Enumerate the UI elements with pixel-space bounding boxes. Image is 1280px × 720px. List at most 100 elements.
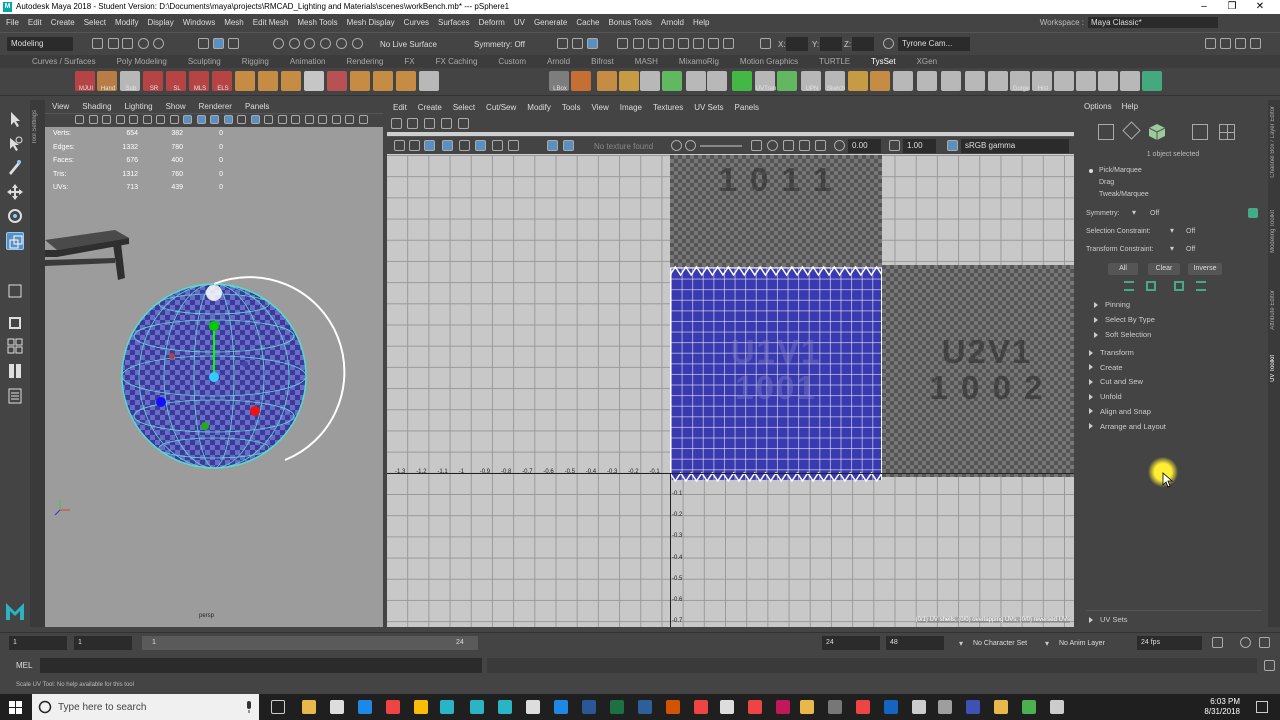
snap-grid-icon[interactable] [273, 38, 284, 49]
uv-image-icon-3[interactable] [783, 140, 794, 151]
select-by-object-icon[interactable] [228, 38, 239, 49]
menu-set-dropdown[interactable]: Modeling [7, 37, 73, 51]
uv-tool-icon-2[interactable] [407, 118, 418, 129]
shelf-tab-turtle[interactable]: TURTLE [819, 57, 850, 66]
taskbar-app-icon-27[interactable] [994, 700, 1008, 714]
taskbar-app-icon-19[interactable] [776, 700, 790, 714]
fps-dropdown[interactable]: 24 fps [1137, 636, 1202, 650]
taskbar-app-icon-8[interactable] [470, 700, 484, 714]
render-settings-icon[interactable] [663, 38, 674, 49]
taskbar-app-icon-1[interactable] [271, 700, 285, 714]
uv-menu-cut-sew[interactable]: Cut/Sew [486, 103, 516, 112]
outliner-layout-icon[interactable] [6, 387, 24, 405]
shelf-tab-mixamorig[interactable]: MixamoRig [679, 57, 719, 66]
taskbar-app-icon-20[interactable] [800, 700, 814, 714]
shelf-tool-icon-28[interactable]: UPN [801, 71, 821, 92]
viewport-tool-icon-21[interactable] [345, 115, 354, 124]
viewport-tool-icon-10[interactable] [196, 115, 206, 124]
shelf-tool-icon-30[interactable] [848, 71, 868, 91]
viewport-tool-icon-15[interactable] [264, 115, 273, 124]
uv-shell-border-icon[interactable] [508, 140, 519, 151]
shelf-tool-icon-29[interactable]: Sketch [825, 71, 845, 92]
selection-constraint-value[interactable]: Off [1186, 228, 1195, 235]
uv-tool-icon-1[interactable] [391, 118, 402, 129]
character-set-dropdown[interactable]: No Character Set [973, 640, 1027, 647]
taskbar-app-icon-5[interactable] [386, 700, 400, 714]
attribute-editor-toggle-icon[interactable] [1235, 38, 1246, 49]
viewport-tool-icon-8[interactable] [169, 115, 179, 124]
section-transform[interactable]: Transform [1089, 348, 1134, 357]
texture-tiling-icon[interactable] [685, 140, 696, 151]
select-by-component-icon[interactable] [213, 38, 224, 49]
transform-mode-icon[interactable] [760, 38, 771, 49]
taskbar-app-icon-2[interactable] [302, 700, 316, 714]
taskbar-app-icon-24[interactable] [912, 700, 926, 714]
uv-grid-icon[interactable] [442, 140, 453, 151]
help-menu[interactable]: Help [1122, 102, 1138, 111]
uv-menu-select[interactable]: Select [453, 103, 475, 112]
uv-menu-uv-sets[interactable]: UV Sets [694, 103, 723, 112]
uv-image-icon-2[interactable] [767, 140, 778, 151]
shelf-tab-fx[interactable]: FX [404, 57, 414, 66]
shelf-tool-icon-15[interactable] [396, 71, 416, 91]
menu-edit[interactable]: Edit [28, 18, 42, 27]
restore-button[interactable]: ❐ [1218, 0, 1246, 14]
shelf-tool-icon-13[interactable] [350, 71, 370, 91]
taskbar-app-icon-29[interactable] [1050, 700, 1064, 714]
menu-surfaces[interactable]: Surfaces [438, 18, 470, 27]
shelf-tool-icon-19[interactable] [597, 71, 617, 91]
shelf-tool-icon-35[interactable] [965, 71, 985, 91]
tool-settings-tab[interactable]: Tool Settings [32, 110, 38, 144]
viewport-tool-icon-5[interactable] [129, 115, 138, 124]
subsection-pinning[interactable]: Pinning [1094, 300, 1130, 309]
history-icon[interactable] [557, 38, 568, 49]
menu-windows[interactable]: Windows [183, 18, 215, 27]
uv-menu-edit[interactable]: Edit [393, 103, 407, 112]
anim-end-field[interactable]: 48 [886, 636, 944, 650]
shelf-tool-icon-26[interactable]: UVTran [755, 71, 776, 92]
uv-canvas[interactable]: 1 0 1 1 U2V1 1 0 0 2 U1V1 1001 -1.3 -1.2-… [387, 155, 1074, 627]
auto-key-icon[interactable] [1240, 637, 1251, 648]
uv-image-icon-1[interactable] [751, 140, 762, 151]
shelf-tool-icon-38[interactable]: Hist [1032, 71, 1052, 92]
lasso-tool-icon[interactable] [6, 135, 24, 153]
tool-settings-toggle-icon[interactable] [1250, 38, 1261, 49]
section-arrange-and-layout[interactable]: Arrange and Layout [1089, 422, 1166, 431]
snap-surface-icon[interactable] [336, 38, 347, 49]
symmetry-label[interactable]: Symmetry: Off [474, 40, 525, 49]
snap-curve-icon[interactable] [289, 38, 300, 49]
four-view-layout-icon[interactable] [6, 314, 24, 332]
select-shell-icon[interactable] [1174, 281, 1184, 291]
construction-history-icon[interactable] [587, 38, 598, 49]
uv-distortion-icon[interactable] [492, 140, 503, 151]
sphere-mesh[interactable] [121, 276, 346, 469]
viewport-menu-renderer[interactable]: Renderer [199, 102, 232, 111]
menu-mesh[interactable]: Mesh [224, 18, 244, 27]
shelf-tab-rigging[interactable]: Rigging [242, 57, 269, 66]
menu-help[interactable]: Help [693, 18, 709, 27]
live-surface-label[interactable]: No Live Surface [380, 40, 437, 49]
viewport-tool-icon-11[interactable] [210, 115, 219, 124]
grow-selection-icon[interactable] [1124, 281, 1134, 291]
viewport-scene[interactable] [45, 200, 383, 530]
uv-mode-object-icon[interactable] [1148, 123, 1166, 143]
taskbar-app-icon-12[interactable] [582, 700, 596, 714]
taskbar-app-icon-9[interactable] [498, 700, 512, 714]
z-coord-field[interactable] [852, 37, 874, 51]
loop-icon[interactable] [1212, 637, 1223, 648]
shelf-tool-icon-4[interactable]: SR [143, 71, 163, 92]
x-coord-field[interactable] [786, 37, 808, 51]
taskbar-app-icon-7[interactable] [440, 700, 454, 714]
viewport-tool-icon-16[interactable] [277, 115, 287, 124]
shelf-tool-icon-33[interactable] [917, 71, 937, 91]
shelf-tool-icon-11[interactable] [304, 71, 324, 91]
gamma-field[interactable]: 1.00 [903, 139, 936, 153]
shelf-tool-icon-22[interactable] [662, 71, 682, 91]
section-create[interactable]: Create [1089, 363, 1123, 372]
menu-create[interactable]: Create [51, 18, 75, 27]
uv-mode-shell-icon[interactable] [1098, 124, 1114, 140]
windows-start-icon[interactable] [9, 701, 22, 714]
taskbar-app-icon-23[interactable] [884, 700, 898, 714]
viewport-tool-icon-2[interactable] [88, 115, 98, 124]
viewport-tool-icon-1[interactable] [75, 115, 84, 124]
